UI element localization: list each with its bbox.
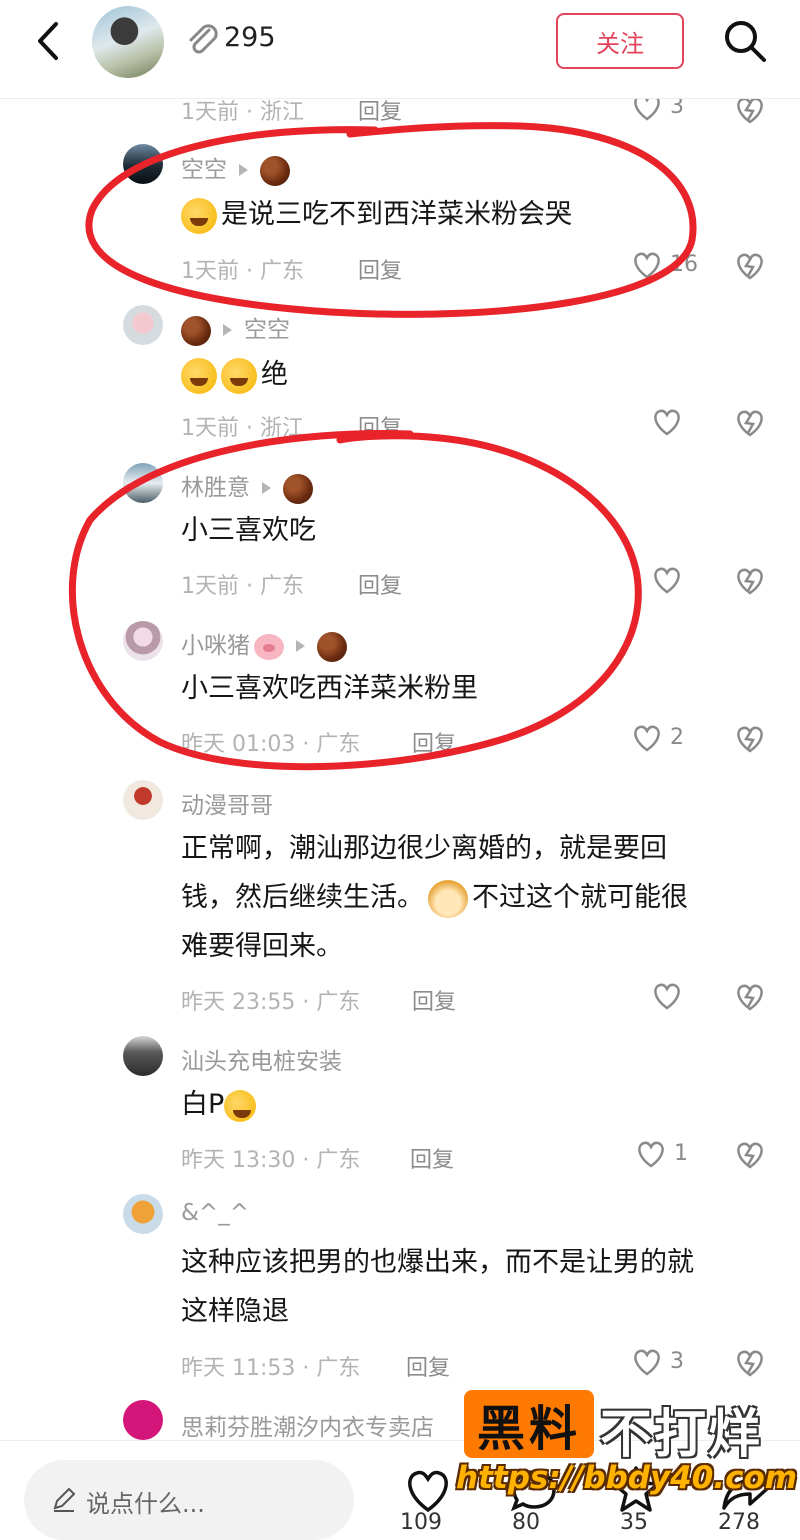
reply-button[interactable]: 回复 (358, 410, 402, 442)
author-name: 林胜意 (181, 475, 250, 501)
dislike-icon[interactable] (731, 719, 769, 757)
back-arrow-icon[interactable] (28, 18, 68, 64)
reply-arrow-icon (262, 481, 271, 494)
author-avatar[interactable] (92, 6, 164, 78)
comment-text: 这种应该把男的也爆出来，而不是让男的就 这样隐退 (181, 1247, 694, 1327)
like-button[interactable]: 16 (630, 248, 730, 288)
user-avatar[interactable] (123, 305, 163, 345)
heart-icon (654, 983, 680, 1010)
like-button[interactable]: 1 (634, 1137, 734, 1177)
dislike-icon[interactable] (731, 403, 769, 441)
comment-time: 昨天 23:55 · 广东 (181, 990, 361, 1015)
comment-author: 空空 (181, 310, 290, 346)
heart-icon (638, 1141, 664, 1168)
comment-text: 是说三吃不到西洋菜米粉会哭 (181, 190, 761, 239)
reply-button[interactable]: 回复 (412, 726, 456, 758)
like-count: 1 (674, 1141, 688, 1166)
chestnut-avatar-icon (283, 473, 313, 504)
author-name: 动漫哥哥 (181, 793, 273, 819)
user-avatar[interactable] (123, 1400, 163, 1440)
dislike-icon[interactable] (731, 977, 769, 1015)
comment-count: 80 (512, 1510, 540, 1535)
comment-author: 小咪猪 (181, 626, 347, 662)
author-name: &^_^ (181, 1200, 249, 1226)
author-name: 空空 (244, 317, 290, 343)
user-avatar[interactable] (123, 621, 163, 661)
author-name: 思莉芬胜潮汐内衣专卖店 (181, 1415, 434, 1441)
like-button[interactable]: 3 (630, 1345, 730, 1385)
reply-button[interactable]: 回复 (406, 1350, 450, 1382)
author-name: 空空 (181, 157, 227, 183)
comment-text: 小三喜欢吃西洋菜米粉里 (181, 673, 478, 704)
chestnut-avatar-icon (260, 155, 290, 186)
author-name: 汕头充电桩安装 (181, 1049, 342, 1075)
rolling-laugh-emoji-icon (181, 357, 217, 394)
doge-emoji-icon (428, 879, 468, 918)
comment-author: 空空 (181, 150, 290, 186)
comment-text: 白P (181, 1080, 761, 1129)
share-count: 278 (718, 1510, 760, 1535)
like-count: 3 (670, 1349, 684, 1374)
user-avatar[interactable] (123, 1036, 163, 1076)
like-button[interactable]: 2 (630, 721, 730, 761)
reply-arrow-icon (223, 323, 232, 336)
comment-time: 1天前 · 浙江 (181, 416, 304, 441)
follower-count: 295 (224, 22, 276, 53)
user-avatar[interactable] (123, 780, 163, 820)
follow-button[interactable]: 关注 (556, 13, 684, 69)
user-avatar[interactable] (123, 1194, 163, 1234)
chestnut-avatar-icon (181, 315, 211, 346)
user-avatar[interactable] (123, 463, 163, 503)
watermark-text: 不打烊 (600, 1405, 763, 1465)
heart-icon (634, 1349, 660, 1376)
pencil-icon (53, 1487, 76, 1512)
chestnut-avatar-icon (317, 631, 347, 662)
comment-input-placeholder[interactable]: 说点什么... (86, 1484, 205, 1519)
reply-button[interactable]: 回复 (358, 568, 402, 600)
comment-time: 1天前 · 广东 (181, 574, 304, 599)
dislike-icon[interactable] (731, 1135, 769, 1173)
comment-time: 1天前 · 广东 (181, 259, 304, 284)
like-count: 16 (670, 252, 698, 277)
comment-time: 昨天 13:30 · 广东 (181, 1148, 361, 1173)
comment-text: 绝 (181, 350, 761, 399)
reply-button[interactable]: 回复 (412, 984, 456, 1016)
top-bar: 295 关注 (0, 0, 800, 99)
rolling-laugh-emoji-icon (221, 357, 257, 394)
heart-icon (634, 252, 660, 279)
laugh-cry-emoji-icon (181, 197, 217, 234)
author-name: 小咪猪 (181, 633, 250, 659)
pig-emoji-icon (254, 633, 284, 660)
like-post-count: 109 (400, 1510, 442, 1535)
smile-emoji-icon (224, 1089, 257, 1122)
search-icon[interactable] (720, 16, 770, 66)
reply-button[interactable]: 回复 (358, 253, 402, 285)
watermark-url: https://bbdy40.com (456, 1460, 798, 1496)
like-count: 2 (670, 725, 684, 750)
heart-icon (654, 409, 680, 436)
dislike-icon[interactable] (731, 561, 769, 599)
comment-text: 小三喜欢吃 (181, 515, 316, 546)
dislike-icon[interactable] (731, 246, 769, 284)
comment-author: 林胜意 (181, 468, 313, 504)
comment-time: 昨天 01:03 · 广东 (181, 732, 361, 757)
comment-time: 昨天 11:53 · 广东 (181, 1356, 361, 1381)
reply-arrow-icon (296, 639, 305, 652)
user-avatar[interactable] (123, 144, 163, 184)
heart-icon (634, 725, 660, 752)
reply-arrow-icon (239, 163, 248, 176)
reply-button[interactable]: 回复 (410, 1142, 454, 1174)
dislike-icon[interactable] (731, 1343, 769, 1381)
star-count: 35 (620, 1510, 648, 1535)
paperclip-icon (189, 24, 218, 54)
watermark-logo: 黑料 (464, 1390, 594, 1458)
heart-icon (654, 567, 680, 594)
comment-text: 正常啊，潮汕那边很少离婚的，就是要回 钱，然后继续生活。 不过这个就可能很 难要得… (181, 833, 688, 962)
